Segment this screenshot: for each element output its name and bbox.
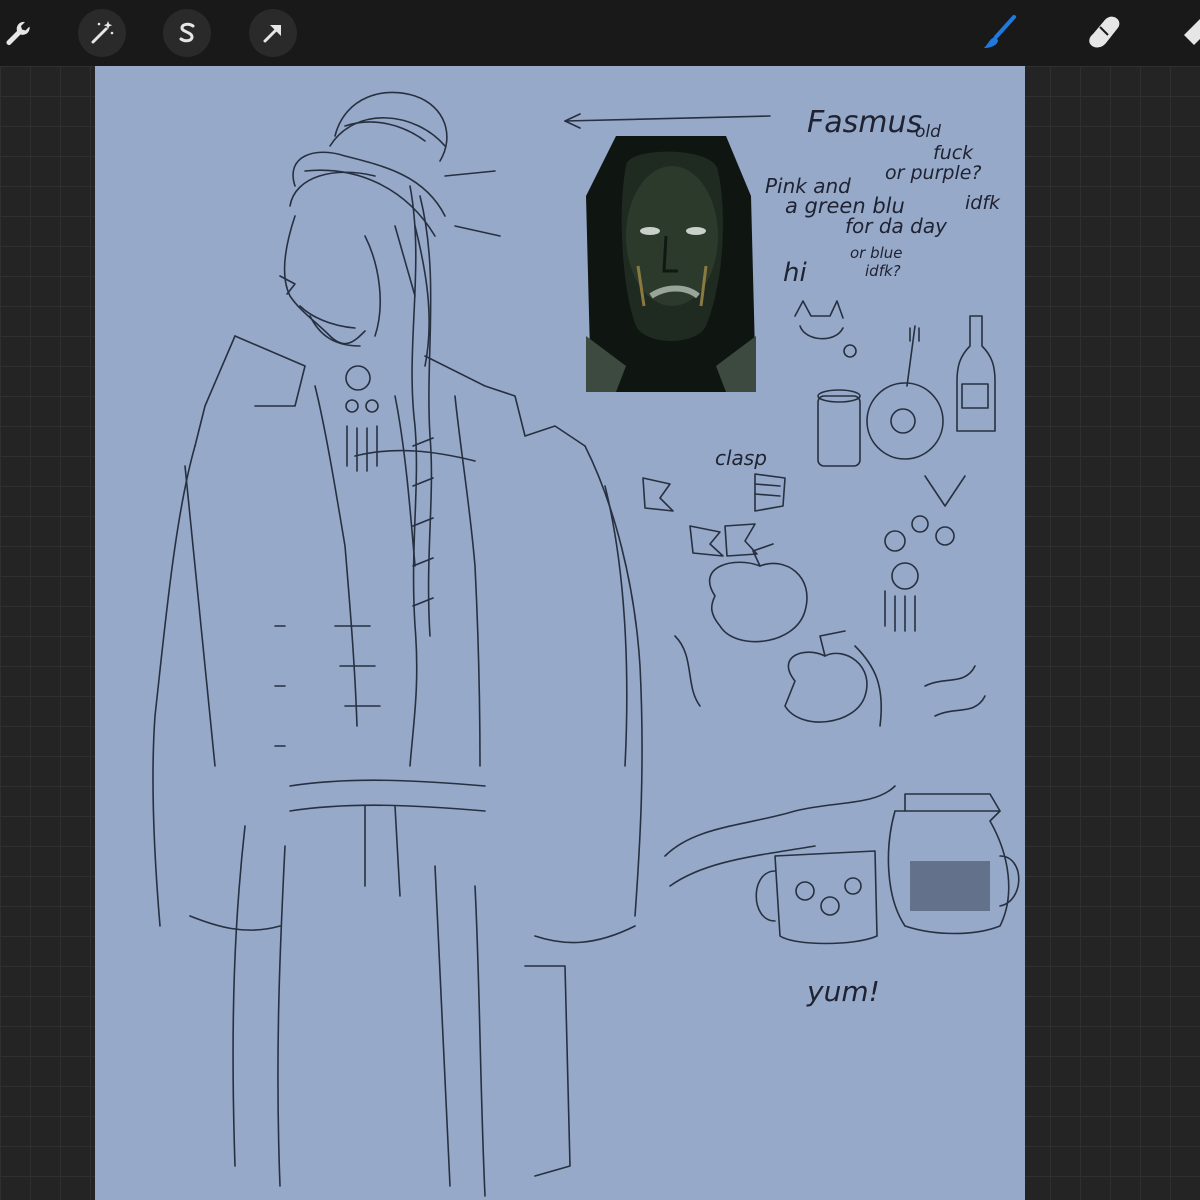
note-fuck: fuck bbox=[933, 142, 974, 164]
selection-s-icon bbox=[172, 18, 202, 48]
top-toolbar bbox=[0, 0, 1200, 66]
note-pink-and: Pink and bbox=[765, 174, 851, 198]
magic-wand-icon bbox=[87, 18, 117, 48]
note-for-da-day: for da day bbox=[845, 214, 947, 238]
adjustments-button[interactable] bbox=[78, 9, 126, 57]
transform-arrow-icon bbox=[258, 18, 288, 48]
note-character-name: Fasmus bbox=[807, 105, 923, 140]
note-old: old bbox=[915, 122, 941, 142]
note-idfk-question: idfk? bbox=[865, 262, 901, 280]
actions-button[interactable] bbox=[0, 9, 42, 57]
note-clasp: clasp bbox=[715, 446, 767, 470]
note-or-blue: or blue bbox=[850, 244, 903, 262]
eraser-button[interactable] bbox=[1176, 9, 1200, 57]
wrench-icon bbox=[1, 16, 35, 50]
note-hi: hi bbox=[783, 258, 807, 288]
drawing-canvas[interactable]: Fasmus old fuck or purple? Pink and a gr… bbox=[95, 66, 1025, 1200]
brush-button[interactable] bbox=[975, 9, 1023, 57]
smudge-finger-icon bbox=[1084, 13, 1124, 53]
transform-button[interactable] bbox=[249, 9, 297, 57]
note-or-purple: or purple? bbox=[885, 162, 982, 184]
note-idfk: idfk bbox=[965, 192, 1001, 214]
brush-icon bbox=[979, 13, 1019, 53]
note-yum: yum! bbox=[807, 975, 880, 1008]
selection-button[interactable] bbox=[163, 9, 211, 57]
reference-image bbox=[586, 136, 756, 392]
smudge-button[interactable] bbox=[1080, 9, 1128, 57]
eraser-icon bbox=[1180, 13, 1200, 53]
